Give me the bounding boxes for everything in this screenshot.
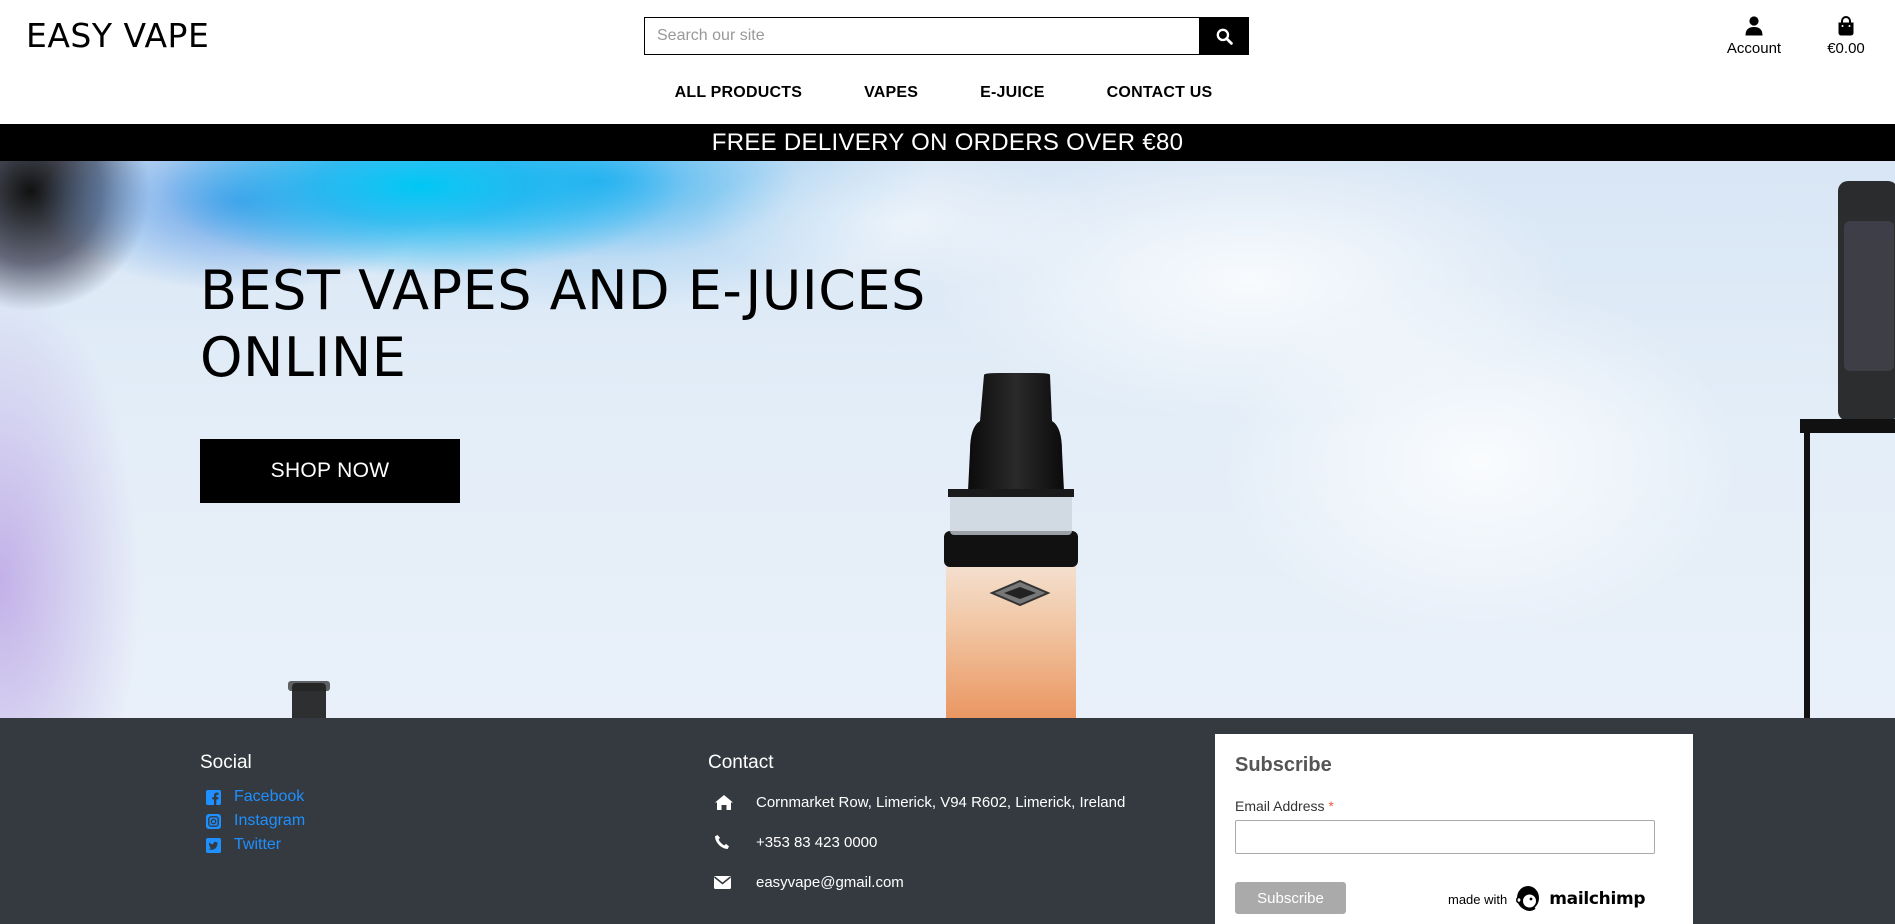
hero-title: BEST VAPES AND E-JUICES ONLINE xyxy=(200,259,926,389)
email-address-label: Email Address * xyxy=(1235,798,1334,814)
social-link-facebook[interactable]: Facebook xyxy=(206,785,305,809)
site-logo[interactable]: EASY VAPE xyxy=(26,16,209,55)
contact-title: Contact xyxy=(708,752,774,773)
contact-email: easyvape@gmail.com xyxy=(710,862,1125,902)
email-text[interactable]: easyvape@gmail.com xyxy=(756,874,904,891)
shopping-bag-icon xyxy=(1838,16,1854,36)
contact-details: Cornmarket Row, Limerick, V94 R602, Lime… xyxy=(710,782,1125,902)
nav-item-contact-us[interactable]: CONTACT US xyxy=(1076,84,1244,102)
mailchimp-logo-icon xyxy=(1516,886,1540,911)
main-nav: ALL PRODUCTS VAPES E-JUICE CONTACT US xyxy=(0,84,1895,102)
address-text: Cornmarket Row, Limerick, V94 R602, Lime… xyxy=(756,793,1126,811)
subscribe-button[interactable]: Subscribe xyxy=(1235,882,1346,914)
subscribe-title: Subscribe xyxy=(1235,754,1332,776)
envelope-icon xyxy=(714,875,731,889)
made-with-text: made with xyxy=(1448,891,1508,907)
email-address-field[interactable] xyxy=(1235,820,1655,854)
twitter-label: Twitter xyxy=(234,836,282,853)
phone-text: +353 83 423 0000 xyxy=(756,833,878,851)
phone-icon xyxy=(715,835,729,849)
social-links: Facebook Instagram Twitter xyxy=(206,785,305,857)
bag-total: €0.00 xyxy=(1827,40,1865,57)
contact-phone: +353 83 423 0000 xyxy=(710,822,1125,862)
mailchimp-wordmark: mailchimp xyxy=(1549,889,1646,909)
social-link-instagram[interactable]: Instagram xyxy=(206,809,305,833)
delivery-banner: FREE DELIVERY ON ORDERS OVER €80 xyxy=(0,124,1895,161)
nav-item-e-juice[interactable]: E-JUICE xyxy=(949,84,1076,102)
facebook-label: Facebook xyxy=(234,788,305,805)
subscribe-form: Subscribe Email Address * Subscribe made… xyxy=(1215,734,1693,924)
shop-now-button[interactable]: SHOP NOW xyxy=(200,439,460,503)
site-header: EASY VAPE Account €0.00 xyxy=(0,0,1895,124)
search-form xyxy=(644,17,1249,55)
shopping-bag-link[interactable]: €0.00 xyxy=(1818,12,1874,57)
instagram-label: Instagram xyxy=(234,812,306,829)
instagram-icon xyxy=(206,813,221,829)
twitter-icon xyxy=(206,837,221,853)
contact-address: Cornmarket Row, Limerick, V94 R602, Lime… xyxy=(710,782,1125,822)
facebook-icon xyxy=(206,789,221,805)
mailchimp-badge[interactable]: made with mailchimp xyxy=(1448,884,1646,914)
search-icon xyxy=(1216,28,1233,45)
account-label: Account xyxy=(1726,40,1782,57)
search-button[interactable] xyxy=(1199,17,1249,55)
home-icon xyxy=(715,794,733,810)
user-icon xyxy=(1745,16,1763,36)
nav-item-vapes[interactable]: VAPES xyxy=(833,84,949,102)
hero-section: BEST VAPES AND E-JUICES ONLINE SHOP NOW xyxy=(0,161,1895,718)
social-link-twitter[interactable]: Twitter xyxy=(206,833,305,857)
search-input[interactable] xyxy=(644,17,1199,55)
email-label-text: Email Address xyxy=(1235,798,1325,814)
social-title: Social xyxy=(200,752,252,773)
nav-item-all-products[interactable]: ALL PRODUCTS xyxy=(644,84,833,102)
account-link[interactable]: Account xyxy=(1718,12,1790,57)
required-mark: * xyxy=(1328,798,1334,814)
